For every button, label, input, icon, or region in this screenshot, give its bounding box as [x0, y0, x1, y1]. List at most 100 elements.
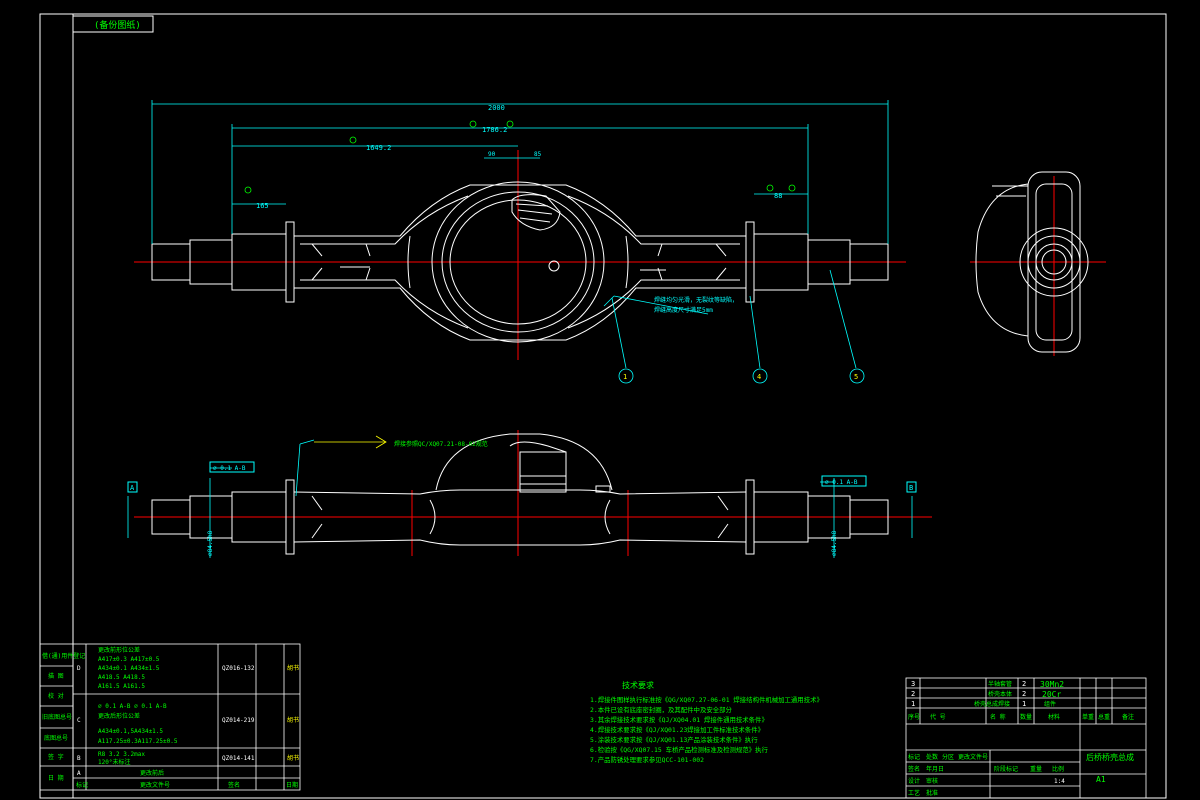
- bom-name-1: 桥壳总成焊接: [974, 700, 1010, 708]
- side-label-3: 旧底图总号: [42, 713, 72, 721]
- tb-cell-9: 批准: [926, 789, 938, 797]
- bom-h-3: 数量: [1020, 713, 1032, 721]
- tech-item-1: 1.焊接件图样执行标准按《QG/XQ07.27-06-01 焊接结构件机械加工通…: [590, 695, 823, 704]
- bom-name-2: 桥壳本体: [988, 690, 1012, 698]
- tech-title: 技术要求: [622, 680, 654, 690]
- tb-cell-1: 处数: [926, 753, 938, 761]
- bom-h-6: 总重: [1098, 713, 1110, 721]
- housing-note-2: 焊缝高度尺寸满足5mm: [654, 306, 713, 314]
- bom-h-0: 序号: [908, 713, 920, 721]
- bom-rows: 3 半轴套管 2 30Mn2 2 桥壳本体 2 20Cr 1 桥壳总成焊接 1 …: [908, 680, 1134, 797]
- bom-no-3: 3: [911, 680, 915, 688]
- rev-b-line1: 120°未标注: [98, 758, 130, 766]
- rev-c-line3: A117.25±0.3A117.25±0.5: [98, 738, 178, 745]
- drawing-title: 后桥桥壳总成: [1086, 752, 1134, 762]
- rev-footer-1: 更改文件号: [140, 781, 170, 789]
- rev-c-line1: 更改后形位公差: [98, 712, 140, 720]
- bom-name-3: 半轴套管: [988, 680, 1012, 688]
- front-view: [134, 150, 906, 360]
- top-view: [134, 430, 932, 556]
- rev-b-line0: R8 3.2 3.2max: [98, 751, 145, 758]
- bom-qty-2: 2: [1022, 690, 1026, 698]
- tb-cell-8: 工艺: [908, 789, 920, 797]
- tb-scale: 1:4: [1054, 778, 1065, 785]
- balloon-4: 4: [757, 373, 761, 381]
- rev-zone-d: D: [77, 665, 81, 672]
- tb-cell-11: 重量: [1030, 765, 1042, 773]
- tb-cell-3: 更改文件号: [958, 753, 988, 761]
- rev-b-sign: 胡书: [287, 754, 299, 762]
- rev-zone-c: C: [77, 717, 81, 724]
- vert-dim-1: ⌀84.5h8: [207, 530, 214, 556]
- rev-c-line0: ⌀ 0.1 A-B ⌀ 0.1 A-B: [98, 703, 167, 710]
- corner-tag: (备份图纸): [94, 19, 141, 31]
- tech-item-2: 2.本件已设有底座密封圈，及其配件中及安全部分: [590, 705, 733, 714]
- tol-left: ⌀ 0.1 A-B: [213, 465, 246, 472]
- rev-footer-2: 签名: [228, 781, 240, 789]
- bom-no-1: 1: [911, 700, 915, 708]
- tb-cell-4: 签名: [908, 765, 920, 773]
- rev-b-code: QZ014-141: [222, 755, 255, 762]
- rev-d-line2: A434±0.1 A434±1.5: [98, 665, 160, 672]
- front-dimensions: [151, 100, 889, 384]
- bom-h-4: 材料: [1048, 713, 1060, 721]
- bom-mat-2: 20Cr: [1042, 690, 1061, 699]
- rev-d-sign: 胡书: [287, 664, 299, 672]
- bom-h-7: 备注: [1122, 713, 1134, 721]
- tb-cell-2: 分区: [942, 753, 954, 761]
- tech-item-4: 4.焊接技术要求按《QJ/XQ01.23焊接加工件标准技术条件》: [590, 725, 764, 734]
- dim-end-left: 165: [256, 202, 269, 210]
- rev-zone-b: B: [77, 755, 81, 762]
- sheet-size: A1: [1096, 775, 1106, 784]
- bom-no-2: 2: [911, 690, 915, 698]
- tb-cell-10: 阶段标记: [994, 765, 1018, 773]
- tech-requirements: 技术要求 1.焊接件图样执行标准按《QG/XQ07.27-06-01 焊接结构件…: [590, 680, 823, 764]
- housing-note-1: 焊缝均匀光滑，无裂纹等缺陷，: [654, 296, 738, 304]
- rev-c-code: QZ014-219: [222, 717, 255, 724]
- tech-item-3: 3.其余焊接技术要求按《QJ/XQ04.01 焊接件通用技术条件》: [590, 715, 768, 724]
- rev-c-line2: A434±0.1,5A434±1.5: [98, 728, 163, 735]
- dim-span: 1786.2: [482, 126, 507, 134]
- weld-note: 焊接参照QC/XQ07.21-08-02规范: [394, 440, 488, 448]
- tb-cell-7: 审核: [926, 777, 938, 785]
- bom-mat-1: 组件: [1044, 700, 1056, 708]
- datum-b: B: [909, 484, 913, 492]
- tech-item-5: 5.涂装技术要求按《QJ/XQ01.13产品涂装技术条件》执行: [590, 735, 758, 744]
- bom-qty-3: 2: [1022, 680, 1026, 688]
- dim-overall: 2000: [488, 104, 505, 112]
- rev-d-line1: A417±0.3 A417±0.5: [98, 656, 160, 663]
- vert-dim-2: ⌀84.5h8: [831, 530, 838, 556]
- datum-a: A: [130, 484, 135, 492]
- side-label-5: 签 字: [48, 753, 64, 761]
- drawing-canvas: (备份图纸) 2000 1786.2 1649.2 165 88 90 85 焊…: [39, 13, 1167, 799]
- side-label-6: 日 期: [48, 774, 64, 782]
- tb-cell-5: 年月日: [926, 765, 944, 773]
- side-label-1: 描 图: [48, 672, 64, 680]
- rev-zone-a: A: [77, 770, 81, 777]
- bom-h-5: 单重: [1082, 713, 1094, 721]
- rev-c-sign: 胡书: [287, 716, 299, 724]
- bom-h-2: 名 称: [990, 713, 1006, 721]
- side-view: [970, 171, 1106, 356]
- dim-c1: 90: [488, 151, 496, 158]
- bom-qty-1: 1: [1022, 700, 1026, 708]
- dim-end-right: 88: [774, 192, 782, 200]
- dim-c2: 85: [534, 151, 542, 158]
- bom-h-1: 代 号: [930, 713, 946, 721]
- dim-inner: 1649.2: [366, 144, 391, 152]
- tb-cell-0: 标记: [908, 753, 920, 761]
- rev-d-code: QZ016-132: [222, 665, 255, 672]
- rev-d-line3: A418.5 A418.5: [98, 674, 145, 681]
- tol-right: ⌀ 0.1 A-B: [825, 479, 858, 486]
- rev-d-line4: A161.5 A161.5: [98, 683, 145, 690]
- tb-cell-6: 设计: [908, 777, 920, 785]
- revision-rows: D 更改前形位公差 A417±0.3 A417±0.5 A434±0.1 A43…: [76, 646, 299, 789]
- side-label-0: 借(通)用件登记: [42, 652, 85, 660]
- bom-mat-3: 30Mn2: [1040, 680, 1064, 689]
- rev-d-line0: 更改前形位公差: [98, 646, 140, 654]
- rev-footer-3: 日期: [286, 781, 298, 789]
- rev-a-line0: 更改前后: [140, 769, 164, 777]
- balloon-1: 1: [623, 373, 627, 381]
- tech-item-7: 7.产品防锈处理要求参见QCC-101-002: [590, 755, 704, 764]
- balloon-5: 5: [854, 373, 858, 381]
